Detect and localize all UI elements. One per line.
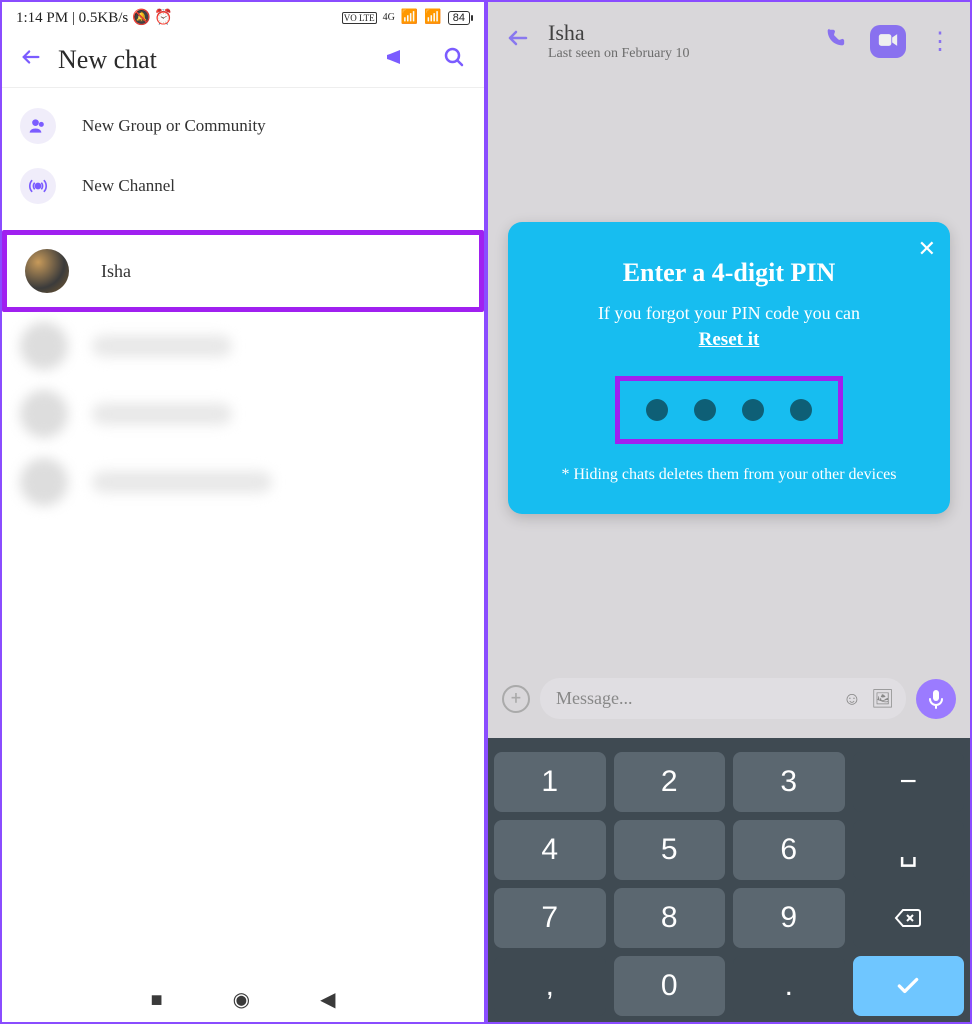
pin-dot-3: [742, 399, 764, 421]
pin-input-highlight[interactable]: [615, 376, 843, 444]
back-nav-icon[interactable]: ◀: [320, 987, 335, 1012]
more-options-icon[interactable]: ⋮: [928, 27, 952, 55]
mute-icon: 🔕: [132, 10, 151, 26]
blurred-contact-1: [2, 312, 484, 380]
pin-dot-4: [790, 399, 812, 421]
time-text: 1:14 PM: [16, 10, 68, 26]
pin-subtitle: If you forgot your PIN code you can Rese…: [536, 300, 922, 354]
speed-text: 0.5KB/s: [79, 10, 129, 26]
page-title: New chat: [58, 45, 350, 75]
signal-icon-1: 📶: [401, 9, 418, 26]
status-right: VO LTE 4G 📶 📶 84: [342, 9, 470, 26]
pin-title: Enter a 4-digit PIN: [536, 258, 922, 288]
blurred-contact-3: [2, 448, 484, 516]
right-screenshot: Isha Last seen on February 10 ⋮ ✕ Enter …: [486, 0, 972, 1024]
reset-link[interactable]: Reset it: [699, 329, 760, 350]
key-6[interactable]: 6: [733, 820, 845, 880]
left-screenshot: 1:14 PM | 0.5KB/s 🔕 ⏰ VO LTE 4G 📶 📶 84 N…: [0, 0, 486, 1024]
status-left: 1:14 PM | 0.5KB/s 🔕 ⏰: [16, 8, 173, 27]
key-backspace-icon[interactable]: [853, 888, 965, 948]
pin-dot-2: [694, 399, 716, 421]
mic-button-icon[interactable]: [916, 679, 956, 719]
menu-channel-label: New Channel: [82, 176, 175, 196]
network-label: 4G: [383, 12, 395, 23]
volte-icon: VO LTE: [342, 12, 377, 24]
message-bar: + Message... ☺ 🖼: [502, 678, 956, 719]
key-comma[interactable]: ,: [494, 956, 606, 1016]
status-bar: 1:14 PM | 0.5KB/s 🔕 ⏰ VO LTE 4G 📶 📶 84: [2, 2, 484, 29]
key-9[interactable]: 9: [733, 888, 845, 948]
signal-icon-2: 📶: [424, 9, 441, 26]
gallery-icon[interactable]: 🖼: [871, 688, 894, 709]
menu-new-group[interactable]: New Group or Community: [2, 96, 484, 156]
search-icon[interactable]: [442, 45, 466, 75]
contact-highlight: Isha: [2, 230, 484, 312]
close-icon[interactable]: ✕: [918, 236, 936, 262]
key-5[interactable]: 5: [614, 820, 726, 880]
channel-icon: [20, 168, 56, 204]
key-submit-icon[interactable]: [853, 956, 965, 1016]
back-arrow-icon[interactable]: [506, 26, 530, 56]
key-dot[interactable]: .: [733, 956, 845, 1016]
emoji-icon[interactable]: ☺: [843, 688, 861, 709]
android-nav-bar: ■ ◉ ◀: [2, 987, 484, 1012]
key-0[interactable]: 0: [614, 956, 726, 1016]
attach-icon[interactable]: +: [502, 685, 530, 713]
megaphone-icon[interactable]: [384, 45, 408, 75]
group-icon: [20, 108, 56, 144]
pin-dialog: ✕ Enter a 4-digit PIN If you forgot your…: [508, 222, 950, 514]
message-input[interactable]: Message... ☺ 🖼: [540, 678, 906, 719]
pin-dot-1: [646, 399, 668, 421]
battery-icon: 84: [448, 11, 470, 25]
menu-group-label: New Group or Community: [82, 116, 266, 136]
chat-title-block[interactable]: Isha Last seen on February 10: [548, 20, 800, 62]
key-8[interactable]: 8: [614, 888, 726, 948]
back-arrow-icon[interactable]: [20, 46, 42, 74]
numeric-keypad: 1 2 3 − 4 5 6 ␣ 7 8 9 , 0 .: [488, 738, 970, 1022]
voice-call-icon[interactable]: [824, 27, 846, 55]
chat-header: Isha Last seen on February 10 ⋮: [488, 2, 970, 76]
home-icon[interactable]: ◉: [233, 987, 250, 1012]
header: New chat: [2, 29, 484, 87]
menu-new-channel[interactable]: New Channel: [2, 156, 484, 216]
video-call-icon[interactable]: [870, 25, 906, 58]
avatar: [25, 249, 69, 293]
pin-note: * Hiding chats deletes them from your ot…: [536, 466, 922, 484]
key-1[interactable]: 1: [494, 752, 606, 812]
key-space[interactable]: ␣: [853, 820, 965, 880]
recent-apps-icon[interactable]: ■: [151, 987, 163, 1012]
contact-row-isha[interactable]: Isha: [7, 235, 479, 307]
chat-contact-name: Isha: [548, 20, 800, 46]
key-minus[interactable]: −: [853, 752, 965, 812]
key-3[interactable]: 3: [733, 752, 845, 812]
key-7[interactable]: 7: [494, 888, 606, 948]
key-2[interactable]: 2: [614, 752, 726, 812]
alarm-icon: ⏰: [154, 10, 173, 26]
message-placeholder: Message...: [556, 688, 632, 708]
key-4[interactable]: 4: [494, 820, 606, 880]
last-seen-text: Last seen on February 10: [548, 46, 800, 62]
blurred-contact-2: [2, 380, 484, 448]
contact-name: Isha: [101, 261, 131, 282]
